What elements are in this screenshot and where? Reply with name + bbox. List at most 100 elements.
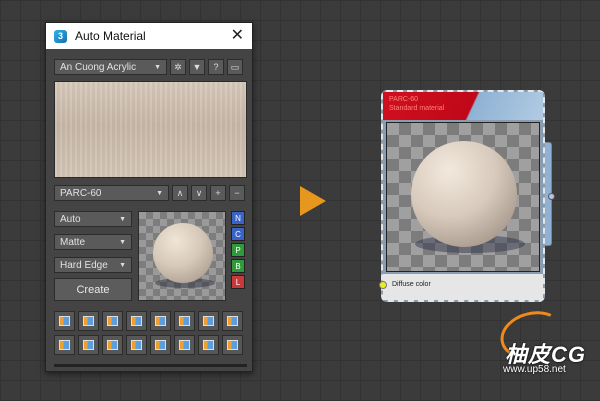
import-icon [227,316,238,326]
node-header: PARC-60 Standard material [383,92,543,120]
app-logo-icon: 3 [54,29,67,43]
refresh-icon: ▭ [230,61,240,72]
play-arrow-icon [300,186,326,216]
channel-button-b[interactable]: B [231,259,245,273]
settings-button[interactable]: ✲ [170,59,186,75]
channel-buttons: N C P B L [231,211,245,291]
chevron-down-icon: ▼ [119,238,126,246]
tool-button[interactable] [174,335,195,355]
material-node[interactable]: PARC-60 Standard material Diffuse color [379,90,555,302]
tool-button[interactable] [222,335,243,355]
input-port-dot[interactable] [379,281,387,289]
library-row: An Cuong Acrylic ▼ ✲ ▼ ? ▭ [54,59,247,75]
help-label: ? [213,62,219,72]
export-icon [203,340,214,350]
mode-dropdown[interactable]: Auto ▼ [54,211,132,227]
sparkle-icon [179,316,190,326]
channel-label: B [235,261,241,271]
brush-icon [59,316,70,326]
remove-button[interactable]: − [229,185,245,201]
node-title: PARC-60 Standard material [389,95,444,113]
previous-button[interactable]: ∧ [172,185,188,201]
library-dropdown-value: An Cuong Acrylic [60,61,137,73]
plus-icon: + [215,188,221,198]
add-button[interactable]: + [210,185,226,201]
window-title: Auto Material [75,29,146,43]
channel-button-l[interactable]: L [231,275,245,289]
tool-button[interactable] [54,311,75,331]
progress-bar [54,364,247,367]
tool-button[interactable] [150,311,171,331]
channel-button-n[interactable]: N [231,211,245,225]
tool-button[interactable] [126,311,147,331]
preview-sphere [153,223,213,283]
tool-button[interactable] [198,335,219,355]
close-icon[interactable]: ✕ [231,28,244,44]
chevron-down-icon: ▼ [156,189,163,197]
help-button[interactable]: ? [208,59,224,75]
watermark-url: www.up58.net [503,364,566,375]
chevron-down-icon: ▼ [119,261,126,269]
output-port-dot[interactable] [548,193,555,200]
material-code-value: PARC-60 [60,187,102,199]
node-port-row: Diffuse color [379,274,543,300]
split-icon [107,316,118,326]
chevron-up-icon: ∧ [176,187,184,198]
tool-button[interactable] [78,335,99,355]
tool-button[interactable] [126,335,147,355]
mode-value: Auto [60,213,81,225]
tool-button[interactable] [174,311,195,331]
columns-icon [179,340,190,350]
edge-value: Hard Edge [60,259,108,271]
copy-icon [131,316,142,326]
tool-button[interactable] [78,311,99,331]
save-icon [227,340,238,350]
tool-button[interactable] [102,335,123,355]
frame-icon [59,340,70,350]
layers-icon [155,316,166,326]
node-title-name: PARC-60 [389,96,419,103]
tool-button[interactable] [222,311,243,331]
channel-button-p[interactable]: P [231,243,245,257]
channel-label: L [235,277,241,287]
preview-sphere [411,141,517,247]
pattern-icon [107,340,118,350]
list-icon [155,340,166,350]
select-icon [131,340,142,350]
channel-label: C [235,229,241,239]
tool-button[interactable] [102,311,123,331]
finish-dropdown[interactable]: Matte ▼ [54,234,132,250]
finish-value: Matte [60,236,86,248]
channel-label: N [235,213,241,223]
material-row: PARC-60 ▼ ∧ ∨ + − [54,185,247,201]
tool-button[interactable] [150,335,171,355]
channel-label: P [235,245,241,255]
library-dropdown[interactable]: An Cuong Acrylic ▼ [54,59,167,75]
uv-icon [83,316,94,326]
grid-icon [203,316,214,326]
edge-dropdown[interactable]: Hard Edge ▼ [54,257,132,273]
next-button[interactable]: ∨ [191,185,207,201]
refresh-button[interactable]: ▭ [227,59,243,75]
chevron-down-small-icon: ∨ [195,187,203,198]
funnel-icon: ▼ [192,62,202,72]
material-preview-thumbnail [138,211,226,301]
filter-button[interactable]: ▼ [189,59,205,75]
tool-button[interactable] [54,335,75,355]
align-icon [83,340,94,350]
minus-icon: − [234,188,240,198]
tool-grid [54,311,247,355]
material-texture-swatch[interactable] [54,81,247,178]
node-preview [386,122,540,272]
chevron-down-icon: ▼ [154,63,161,71]
tool-button[interactable] [198,311,219,331]
gear-icon: ✲ [174,61,182,72]
channel-button-c[interactable]: C [231,227,245,241]
port-label: Diffuse color [392,281,431,288]
material-code-dropdown[interactable]: PARC-60 ▼ [54,185,169,201]
auto-material-panel: 3 Auto Material ✕ An Cuong Acrylic ▼ ✲ ▼… [45,22,253,372]
title-bar: 3 Auto Material ✕ [46,23,252,49]
create-button[interactable]: Create [54,278,132,301]
node-title-type: Standard material [389,105,445,112]
chevron-down-icon: ▼ [119,215,126,223]
